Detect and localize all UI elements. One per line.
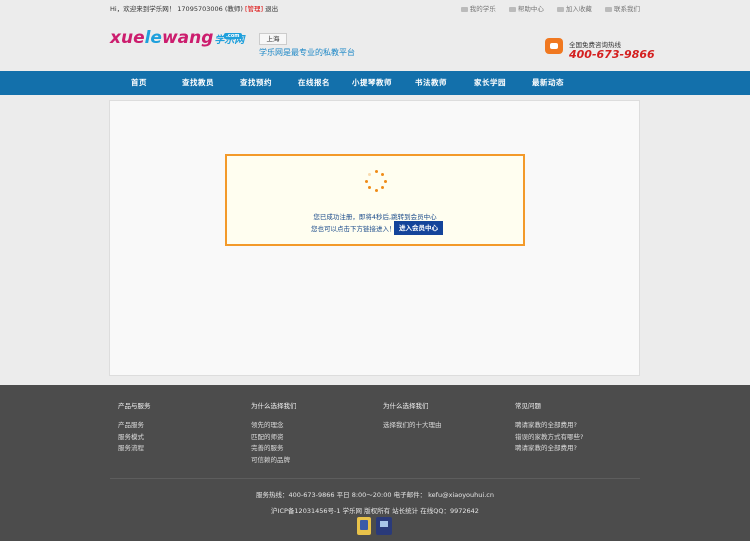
user-role: (教师)	[224, 5, 243, 13]
footer-column-title: 产品与服务	[118, 402, 151, 410]
footer-link[interactable]: 聘请家教的全部费用?	[515, 443, 583, 455]
footer-link[interactable]: 选择我们的十大理由	[383, 420, 442, 432]
footer-column-reasons: 为什么选择我们 选择我们的十大理由	[383, 400, 442, 432]
loading-spinner-icon	[365, 170, 387, 192]
footer-column-title: 为什么选择我们	[251, 402, 297, 410]
enter-member-center-button[interactable]: 进入会员中心	[394, 221, 443, 235]
link-hint: 您也可以点击下方链接进入！	[311, 225, 396, 233]
top-links: 我的学乐 帮助中心 加入收藏 联系我们	[450, 0, 640, 18]
hotline-number: 400-673-9866	[569, 48, 655, 61]
bookmark-icon	[556, 6, 564, 12]
footer: 产品与服务 产品服务 服务模式 服务流程 为什么选择我们 领先的理念 匹配的师资…	[0, 385, 750, 541]
welcome-area: Hi，欢迎来到学乐网！ 17095703006 (教师) [管理] 退出	[110, 0, 278, 18]
city-selector[interactable]: 上海	[259, 33, 287, 45]
main-nav: 首页 查找教员 查找预约 在线报名 小提琴教师 书法教师 家长学园 最新动态	[0, 71, 750, 95]
phone-icon	[545, 38, 563, 54]
user-icon	[460, 6, 468, 12]
add-favorite-link[interactable]: 加入收藏	[556, 5, 592, 13]
nav-item-news[interactable]: 最新动态	[532, 71, 564, 95]
footer-column-products: 产品与服务 产品服务 服务模式 服务流程	[118, 400, 151, 455]
nav-item-parents[interactable]: 家长学园	[474, 71, 506, 95]
registration-notice: 您已成功注册，即将4秒后,跳转到会员中心 您也可以点击下方链接进入！ 进入会员中…	[225, 154, 525, 246]
nav-item-calligraphy-teacher[interactable]: 书法教师	[415, 71, 447, 95]
help-center-link[interactable]: 帮助中心	[508, 5, 544, 13]
certification-badge-icon[interactable]	[357, 517, 371, 535]
logout-link[interactable]: 退出	[265, 5, 278, 13]
phone-small-icon	[605, 6, 612, 12]
my-xuele-link[interactable]: 我的学乐	[460, 5, 496, 13]
help-icon	[508, 6, 516, 12]
footer-column-why-us: 为什么选择我们 领先的理念 匹配的师资 完善的服务 可信赖的品牌	[251, 400, 297, 466]
footer-column-title: 为什么选择我们	[383, 402, 429, 410]
footer-divider	[110, 478, 640, 479]
nav-item-home[interactable]: 首页	[131, 71, 147, 95]
top-bar: Hi，欢迎来到学乐网！ 17095703006 (教师) [管理] 退出 我的学…	[0, 0, 750, 18]
user-phone: 17095703006	[177, 5, 223, 13]
footer-icp-line: 沪ICP备12031456号-1 学乐网 版权所有 站长统计 在线QQ：9972…	[271, 507, 479, 515]
footer-link[interactable]: 完善的服务	[251, 443, 297, 455]
nav-item-find-teacher[interactable]: 查找教员	[182, 71, 214, 95]
success-message: 您已成功注册，即将4秒后,跳转到会员中心	[313, 213, 437, 221]
nav-item-violin-teacher[interactable]: 小提琴教师	[352, 71, 392, 95]
admin-link[interactable]: [管理]	[245, 5, 263, 13]
footer-link[interactable]: 可信赖的品牌	[251, 455, 297, 467]
footer-service-line: 服务热线：400-673-9866 平日 8:00～20:00 电子邮件： ke…	[256, 491, 494, 499]
security-badge-icon[interactable]	[376, 517, 392, 535]
footer-link[interactable]: 服务流程	[118, 443, 151, 455]
footer-link[interactable]: 领先的理念	[251, 420, 297, 432]
nav-item-find-booking[interactable]: 查找预约	[240, 71, 272, 95]
footer-link[interactable]: 产品服务	[118, 420, 151, 432]
footer-link[interactable]: 匹配的师资	[251, 432, 297, 444]
footer-link[interactable]: 聘请家教的全部费用?	[515, 420, 583, 432]
site-slogan: 学乐网是最专业的私教平台	[259, 48, 355, 57]
footer-link[interactable]: 错误的家教方式有哪些?	[515, 432, 583, 444]
footer-link[interactable]: 服务模式	[118, 432, 151, 444]
greeting-text: Hi，欢迎来到学乐网！	[110, 5, 176, 13]
contact-us-link[interactable]: 联系我们	[605, 5, 640, 13]
footer-column-faq: 常见问题 聘请家教的全部费用? 错误的家教方式有哪些? 聘请家教的全部费用?	[515, 400, 583, 455]
footer-column-title: 常见问题	[515, 402, 541, 410]
nav-item-online-signup[interactable]: 在线报名	[298, 71, 330, 95]
site-logo[interactable]: xuelewang学乐网 .com	[110, 28, 260, 60]
